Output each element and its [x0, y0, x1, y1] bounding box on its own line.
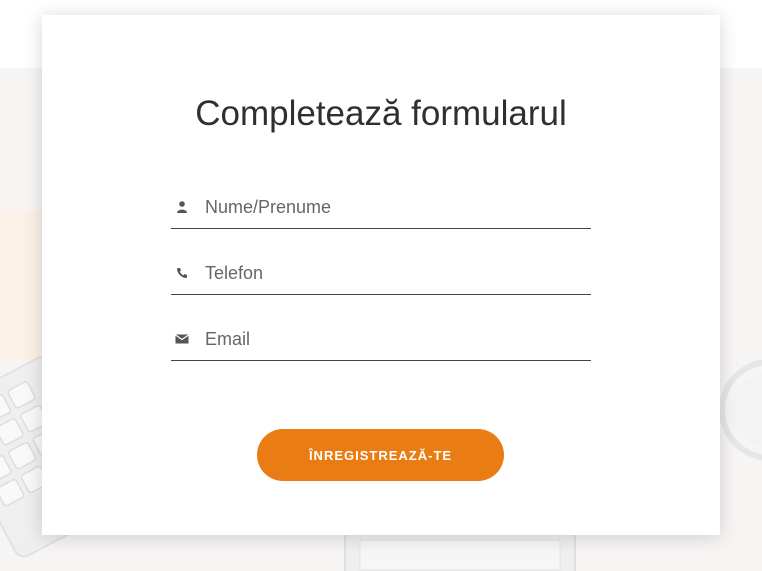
email-input[interactable] — [205, 326, 585, 352]
name-input[interactable] — [205, 194, 585, 220]
envelope-icon — [175, 332, 189, 346]
phone-input[interactable] — [205, 260, 585, 286]
user-icon — [175, 200, 189, 214]
registration-card: Completează formularul ÎNREGISTREAZĂ-TE — [42, 15, 720, 535]
phone-icon — [175, 266, 189, 280]
form-title: Completează formularul — [195, 94, 567, 133]
name-field[interactable] — [171, 188, 591, 229]
phone-field[interactable] — [171, 254, 591, 295]
register-button[interactable]: ÎNREGISTREAZĂ-TE — [257, 429, 504, 481]
laptop-illustration — [344, 529, 576, 571]
clock-illustration — [719, 359, 762, 461]
email-field[interactable] — [171, 320, 591, 361]
